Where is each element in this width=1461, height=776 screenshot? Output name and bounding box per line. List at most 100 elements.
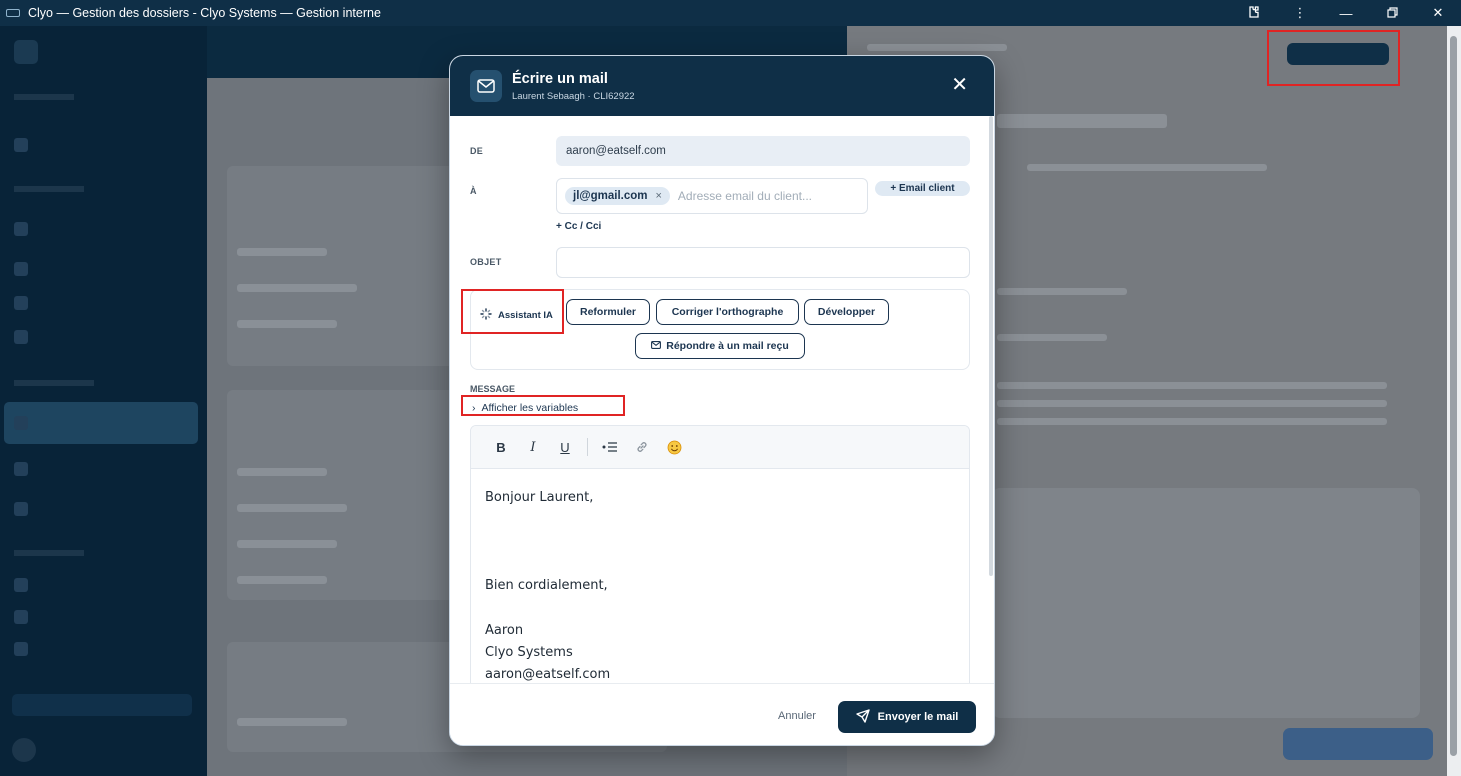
- app-icon: [6, 9, 20, 17]
- more-options-icon[interactable]: ⋮: [1277, 5, 1323, 21]
- detail-line: [1027, 164, 1267, 171]
- brand-logo-icon: [14, 40, 38, 64]
- message-line: [485, 598, 955, 620]
- sidebar-item-icon: [14, 138, 28, 152]
- detail-card: [992, 488, 1420, 718]
- sidebar-item-icon: [14, 330, 28, 344]
- restore-icon[interactable]: [1369, 6, 1415, 21]
- sidebar-brand: [14, 40, 38, 64]
- from-field[interactable]: aaron@eatself.com: [556, 136, 970, 166]
- sidebar-item-icon: [14, 610, 28, 624]
- bold-button[interactable]: B: [485, 435, 517, 459]
- sidebar-item-icon: [14, 642, 28, 656]
- kanban-row: [237, 284, 357, 292]
- detail-action-button[interactable]: [1283, 728, 1433, 760]
- email-client-button[interactable]: + Email client: [875, 181, 970, 196]
- sidebar-item[interactable]: [14, 642, 194, 656]
- underline-button[interactable]: U: [549, 435, 581, 459]
- close-window-icon[interactable]: ✕: [1415, 5, 1461, 21]
- reply-to-mail-button[interactable]: Répondre à un mail reçu: [635, 333, 805, 359]
- sidebar-item[interactable]: [14, 330, 194, 344]
- subject-field[interactable]: [556, 247, 970, 278]
- from-label: DE: [470, 146, 484, 156]
- page-scrollbar[interactable]: [1447, 26, 1461, 776]
- remove-recipient-icon[interactable]: ×: [655, 190, 661, 202]
- envelope-icon: [470, 70, 502, 102]
- minimize-icon[interactable]: —: [1323, 6, 1369, 21]
- to-input-placeholder[interactable]: Adresse email du client...: [678, 189, 812, 203]
- message-line: Bien cordialement,: [485, 578, 608, 594]
- sidebar-section: [14, 94, 74, 100]
- subject-label: OBJET: [470, 257, 502, 267]
- recipient-chip[interactable]: jl@gmail.com ×: [565, 187, 670, 205]
- window-title: Clyo — Gestion des dossiers - Clyo Syste…: [28, 6, 381, 20]
- message-line: [485, 553, 955, 575]
- sidebar-item[interactable]: [14, 296, 194, 310]
- link-icon[interactable]: [626, 435, 658, 459]
- sidebar-item[interactable]: [14, 578, 194, 592]
- editor-toolbar: B I U: [471, 426, 969, 469]
- cancel-button[interactable]: Annuler: [778, 710, 816, 722]
- close-modal-icon[interactable]: ✕: [951, 75, 968, 95]
- send-mail-button[interactable]: Envoyer le mail: [838, 701, 976, 733]
- message-line: [485, 531, 955, 553]
- sidebar-item[interactable]: [14, 138, 194, 152]
- italic-button[interactable]: I: [517, 435, 549, 459]
- page-scrollbar-thumb[interactable]: [1450, 36, 1457, 756]
- sidebar: [0, 26, 207, 776]
- sidebar-bottom-button[interactable]: [12, 694, 192, 716]
- sidebar-item[interactable]: [14, 610, 194, 624]
- modal-header: Écrire un mail Laurent Sebaagh · CLI6292…: [450, 56, 994, 116]
- modal-scrollbar[interactable]: [988, 116, 994, 576]
- avatar[interactable]: [12, 738, 36, 762]
- send-icon: [855, 708, 870, 726]
- kanban-row: [237, 248, 327, 256]
- develop-button[interactable]: Développer: [804, 299, 889, 325]
- modal-subtitle: Laurent Sebaagh · CLI62922: [512, 90, 635, 102]
- detail-line: [997, 382, 1387, 389]
- detail-line: [997, 400, 1387, 407]
- message-line: aaron@eatself.com: [485, 667, 611, 683]
- detail-line: [997, 114, 1167, 128]
- annotation-box-ai-assistant: [461, 289, 564, 334]
- sidebar-section: [14, 550, 84, 556]
- kanban-row: [237, 576, 327, 584]
- sidebar-item-icon: [14, 462, 28, 476]
- reformulate-button[interactable]: Reformuler: [566, 299, 650, 325]
- message-line: Clyo Systems: [485, 644, 573, 660]
- detail-line: [867, 44, 1007, 51]
- kanban-row: [237, 540, 337, 548]
- sidebar-item-icon: [14, 502, 28, 516]
- mail-icon: [651, 340, 662, 352]
- modal-scrollbar-thumb[interactable]: [989, 116, 993, 576]
- window-titlebar: Clyo — Gestion des dossiers - Clyo Syste…: [0, 0, 1461, 26]
- sidebar-section: [14, 186, 84, 192]
- message-line: Bonjour Laurent,: [485, 490, 594, 505]
- kanban-row: [237, 320, 337, 328]
- message-editor: B I U Bonjour Laurent, Bien cordialement…: [470, 425, 970, 683]
- reply-to-mail-label: Répondre à un mail reçu: [666, 340, 789, 352]
- extensions-icon[interactable]: [1231, 5, 1277, 22]
- sidebar-item-icon: [14, 578, 28, 592]
- sidebar-item[interactable]: [14, 262, 194, 276]
- sidebar-item[interactable]: [14, 502, 194, 516]
- sidebar-item[interactable]: [14, 462, 194, 476]
- detail-line: [997, 334, 1107, 341]
- emoji-icon[interactable]: [658, 435, 690, 459]
- message-body[interactable]: Bonjour Laurent, Bien cordialement, Aaro…: [471, 469, 969, 683]
- cc-bcc-link[interactable]: + Cc / Cci: [556, 221, 601, 232]
- fix-spelling-button[interactable]: Corriger l'orthographe: [656, 299, 799, 325]
- sidebar-item-icon: [14, 296, 28, 310]
- to-field[interactable]: jl@gmail.com × Adresse email du client..…: [556, 178, 868, 214]
- send-mail-label: Envoyer le mail: [877, 711, 959, 723]
- annotation-box-top-right: [1267, 30, 1400, 86]
- bullet-list-icon[interactable]: [594, 435, 626, 459]
- sidebar-item[interactable]: [14, 222, 194, 236]
- sidebar-item-active[interactable]: [4, 402, 198, 444]
- detail-line: [997, 288, 1127, 295]
- message-line: [485, 509, 955, 531]
- kanban-row: [237, 468, 327, 476]
- sidebar-item-icon: [14, 262, 28, 276]
- modal-title: Écrire un mail: [512, 70, 608, 87]
- kanban-row: [237, 718, 347, 726]
